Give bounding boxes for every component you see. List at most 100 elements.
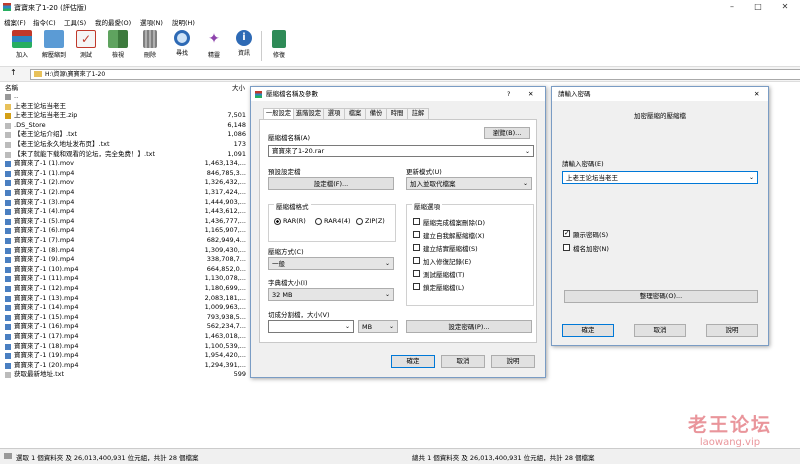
- video-icon: [5, 257, 11, 264]
- maximize-button[interactable]: □: [748, 0, 768, 14]
- archive-help-button[interactable]: 說明: [491, 355, 535, 368]
- column-name[interactable]: 名稱: [5, 82, 18, 92]
- password-dialog-close-icon[interactable]: ✕: [754, 87, 759, 101]
- menu-help[interactable]: 說明(H): [172, 17, 195, 27]
- tab-backup[interactable]: 備份: [365, 108, 387, 119]
- info-button[interactable]: i 資訊: [230, 30, 258, 57]
- file-size: 1,463,018,...: [204, 332, 246, 340]
- tab-advanced[interactable]: 進階設定: [293, 108, 324, 119]
- path-field[interactable]: H:\資源\寶寶來了1-20 ⌄: [30, 69, 800, 80]
- method-select[interactable]: 一般 ⌄: [268, 257, 394, 270]
- update-mode-select[interactable]: 加入並取代檔案 ⌄: [406, 177, 532, 190]
- delete-button[interactable]: 刪除: [136, 30, 164, 59]
- archive-name-field[interactable]: 寶寶來了1-20.rar ⌄: [268, 145, 534, 157]
- chevron-down-icon[interactable]: ⌄: [749, 172, 754, 184]
- column-size[interactable]: 大小: [232, 82, 245, 92]
- format-rar4-label: RAR4(4): [324, 217, 351, 225]
- profile-label: 預設設定檔: [268, 168, 301, 176]
- solid-checkbox[interactable]: [413, 244, 420, 251]
- tab-time[interactable]: 時間: [386, 108, 408, 119]
- organize-passwords-button[interactable]: 整理密碼(O)...: [564, 290, 758, 303]
- format-rar4-radio[interactable]: [315, 218, 322, 225]
- file-icon: [5, 372, 11, 379]
- format-rar-radio[interactable]: [274, 218, 281, 225]
- file-name: 寶寶來了-1 (2).mp4: [14, 188, 75, 196]
- split-size-field[interactable]: ⌄: [268, 320, 354, 333]
- file-name: 寶寶來了-1 (5).mp4: [14, 216, 75, 225]
- file-size: 1,086: [227, 130, 246, 139]
- file-size: 1,294,391,...: [204, 360, 246, 369]
- chevron-down-icon[interactable]: ⌄: [345, 323, 350, 330]
- archive-ok-button[interactable]: 確定: [391, 355, 435, 368]
- menu-tools[interactable]: 工具(S): [64, 17, 86, 27]
- set-password-button[interactable]: 設定密碼(P)...: [406, 320, 532, 333]
- show-password-checkbox[interactable]: ✓: [563, 229, 570, 237]
- menu-bar: 檔案(F) 指令(C) 工具(S) 我的最愛(O) 選項(N) 說明(H): [0, 15, 800, 27]
- password-field[interactable]: 上老王论坛当老王 ⌄: [562, 171, 758, 184]
- test-button[interactable]: ✓ 測試: [72, 30, 100, 59]
- archiving-options-label: 壓縮選項: [412, 201, 442, 211]
- chevron-down-icon[interactable]: ⌄: [525, 146, 530, 157]
- sfx-checkbox[interactable]: [413, 231, 420, 238]
- encrypt-names-label: 檔名加密(N): [573, 245, 609, 253]
- file-name: 寶寶來了-1 (16).mp4: [14, 322, 79, 331]
- test-archive-checkbox[interactable]: [413, 270, 420, 277]
- minimize-button[interactable]: –: [722, 0, 742, 14]
- encrypt-names-checkbox[interactable]: [563, 244, 570, 251]
- file-name: 寶寶來了-1 (19).mp4: [14, 351, 79, 360]
- menu-file[interactable]: 檔案(F): [4, 17, 26, 27]
- split-unit-select[interactable]: MB ⌄: [358, 320, 398, 333]
- video-icon: [5, 161, 11, 168]
- file-size: 173: [233, 140, 246, 148]
- repair-button[interactable]: 修復: [265, 30, 293, 59]
- file-name: 【老王论坛介绍】.txt: [14, 130, 78, 139]
- book-icon: [108, 30, 128, 48]
- password-help-button[interactable]: 說明: [706, 324, 758, 337]
- archive-dialog-close-icon[interactable]: ✕: [528, 87, 533, 101]
- status-left: 選取 1 個資料夾 及 26,013,400,931 位元組，共計 28 個檔案: [16, 454, 199, 462]
- chevron-down-icon: ⌄: [522, 180, 528, 187]
- menu-options[interactable]: 選項(N): [140, 17, 163, 27]
- video-icon: [5, 334, 11, 340]
- menu-favorites[interactable]: 我的最愛(O): [95, 17, 131, 27]
- close-button[interactable]: ✕: [775, 0, 795, 14]
- menu-commands[interactable]: 指令(C): [33, 17, 56, 27]
- file-name: 寶寶來了-1 (17).mp4: [14, 332, 79, 340]
- file-size: 562,234,7...: [206, 322, 246, 331]
- extract-to-button[interactable]: 解壓縮到: [40, 30, 68, 59]
- file-icon: [5, 142, 11, 148]
- up-arrow-icon[interactable]: ↑: [10, 68, 17, 77]
- tab-files[interactable]: 檔案: [344, 108, 366, 119]
- tab-options[interactable]: 選項: [323, 108, 345, 119]
- file-size: 1,091: [227, 149, 246, 158]
- magnifier-icon: [174, 30, 190, 46]
- profiles-button[interactable]: 設定檔(F)...: [268, 177, 394, 190]
- video-icon: [5, 199, 11, 206]
- add-archive-icon: [12, 30, 32, 48]
- video-icon: [5, 266, 11, 273]
- add-button[interactable]: 加入: [8, 30, 36, 59]
- delete-after-checkbox[interactable]: [413, 218, 420, 225]
- lock-archive-checkbox[interactable]: [413, 283, 420, 290]
- archive-cancel-button[interactable]: 取消: [441, 355, 485, 368]
- solid-label: 建立結實壓縮檔(S): [423, 245, 478, 253]
- browse-button[interactable]: 瀏覽(B)...: [484, 127, 530, 139]
- password-cancel-button[interactable]: 取消: [634, 324, 686, 337]
- recovery-record-checkbox[interactable]: [413, 257, 420, 264]
- view-button[interactable]: 檢視: [104, 30, 132, 59]
- recovery-record-label: 加入修復記錄(E): [423, 258, 472, 266]
- find-button[interactable]: 尋找: [168, 30, 196, 57]
- file-size: 846,785,3...: [206, 168, 246, 177]
- format-zip-radio[interactable]: [356, 218, 363, 225]
- password-dialog-titlebar: 請輸入密碼 ✕: [552, 87, 768, 101]
- wizard-button[interactable]: ✦ 精靈: [200, 30, 228, 59]
- password-ok-button[interactable]: 確定: [562, 324, 614, 337]
- status-drive-icon: [4, 453, 12, 459]
- file-name: 寶寶來了-1 (3).mp4: [14, 197, 75, 206]
- file-size: 1,317,424,...: [204, 188, 246, 196]
- file-name: 寶寶來了-1 (4).mp4: [14, 207, 75, 216]
- archive-dialog: 壓縮檔名稱及參數 ? ✕ 一般設定 進階設定 選項 檔案 備份 時間 註解 壓縮…: [250, 86, 546, 378]
- tab-comment[interactable]: 註解: [407, 108, 429, 119]
- dictionary-size-select[interactable]: 32 MB ⌄: [268, 288, 394, 301]
- help-question-icon[interactable]: ?: [507, 87, 510, 101]
